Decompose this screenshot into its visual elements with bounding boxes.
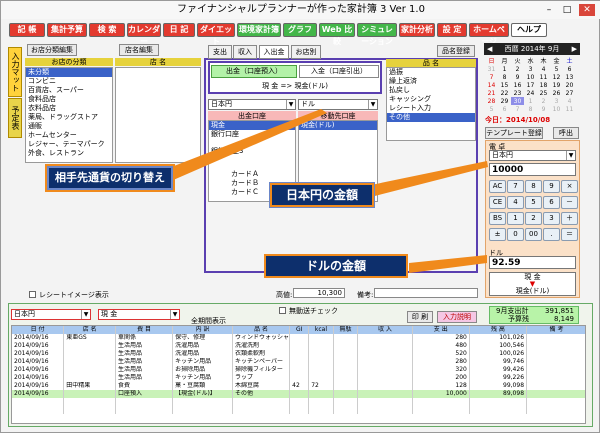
callout-currency-switch: 相手先通貨の切り替え — [47, 166, 173, 190]
callout-usd-amount: ドルの金額 — [264, 254, 408, 278]
callout-yen-amount: 日本円の金額 — [269, 182, 375, 208]
callout-line-switch — [161, 109, 327, 181]
callout-lines — [161, 109, 488, 273]
callout-line-usd — [409, 255, 487, 273]
app-window: ファイナンシャルプランナーが作った家計簿 3 Ver 1.0 – □ ✕ 記 帳… — [0, 0, 600, 433]
callout-line-yen — [371, 161, 488, 197]
